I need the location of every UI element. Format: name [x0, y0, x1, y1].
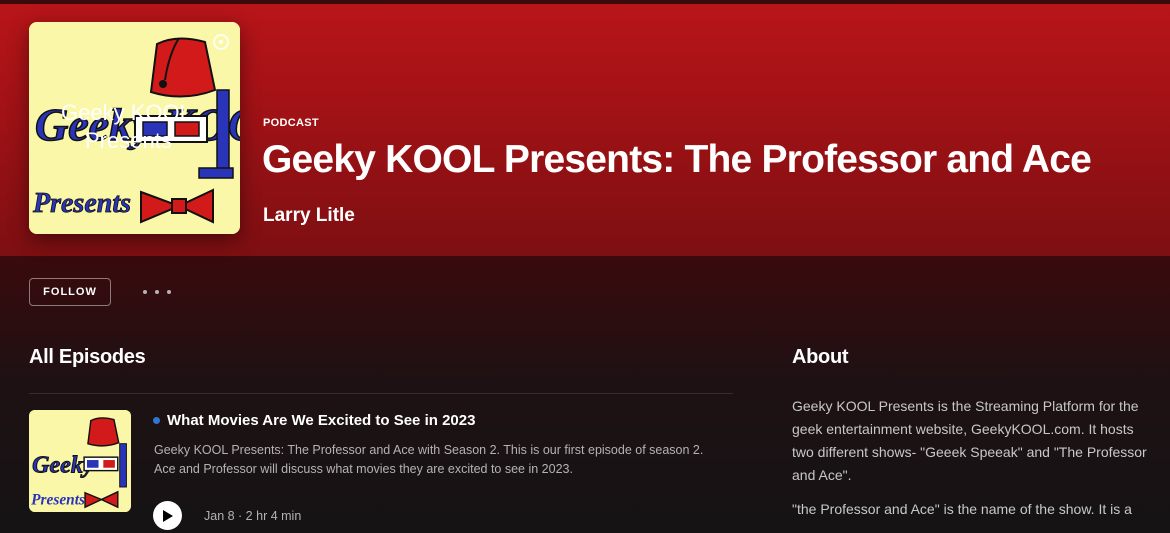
follow-button[interactable]: FOLLOW	[29, 278, 111, 306]
more-options-icon[interactable]	[143, 283, 171, 301]
svg-text:Presents: Presents	[31, 491, 85, 508]
more-dot	[167, 290, 171, 294]
episodes-divider	[29, 393, 733, 394]
svg-text:Presents: Presents	[85, 128, 172, 153]
about-text: Geeky KOOL Presents is the Streaming Pla…	[792, 395, 1152, 532]
cover-art-graphic: Geeky KOOL Presents Geeky KOOL Presents	[29, 22, 240, 234]
svg-text:Presents: Presents	[32, 188, 131, 219]
episode-meta: Jan 8 · 2 hr 4 min	[204, 509, 302, 523]
episode-description: Geeky KOOL Presents: The Professor and A…	[154, 443, 704, 476]
about-paragraph: "the Professor and Ace" is the name of t…	[792, 501, 1132, 517]
about-paragraph: Geeky KOOL Presents is the Streaming Pla…	[792, 398, 1147, 483]
podcast-type-label: PODCAST	[263, 117, 319, 129]
episode-cover-art[interactable]: Geeky Presents	[29, 410, 131, 512]
podcast-title: Geeky KOOL Presents: The Professor and A…	[262, 138, 1092, 181]
new-episode-indicator	[153, 417, 160, 424]
more-dot	[143, 290, 147, 294]
episode-cover-graphic: Geeky Presents	[29, 410, 131, 512]
fez-hat-icon	[149, 37, 217, 98]
svg-text:Geeky KOOL: Geeky KOOL	[61, 100, 192, 125]
episode-title-link[interactable]: What Movies Are We Excited to See in 202…	[167, 412, 475, 429]
podcast-author-link[interactable]: Larry Litle	[263, 205, 355, 227]
podcast-cover-art: Geeky KOOL Presents Geeky KOOL Presents	[29, 22, 240, 234]
play-icon	[162, 509, 173, 522]
all-episodes-heading: All Episodes	[29, 346, 146, 368]
about-heading: About	[792, 346, 849, 368]
more-dot	[155, 290, 159, 294]
play-button[interactable]	[153, 501, 182, 530]
